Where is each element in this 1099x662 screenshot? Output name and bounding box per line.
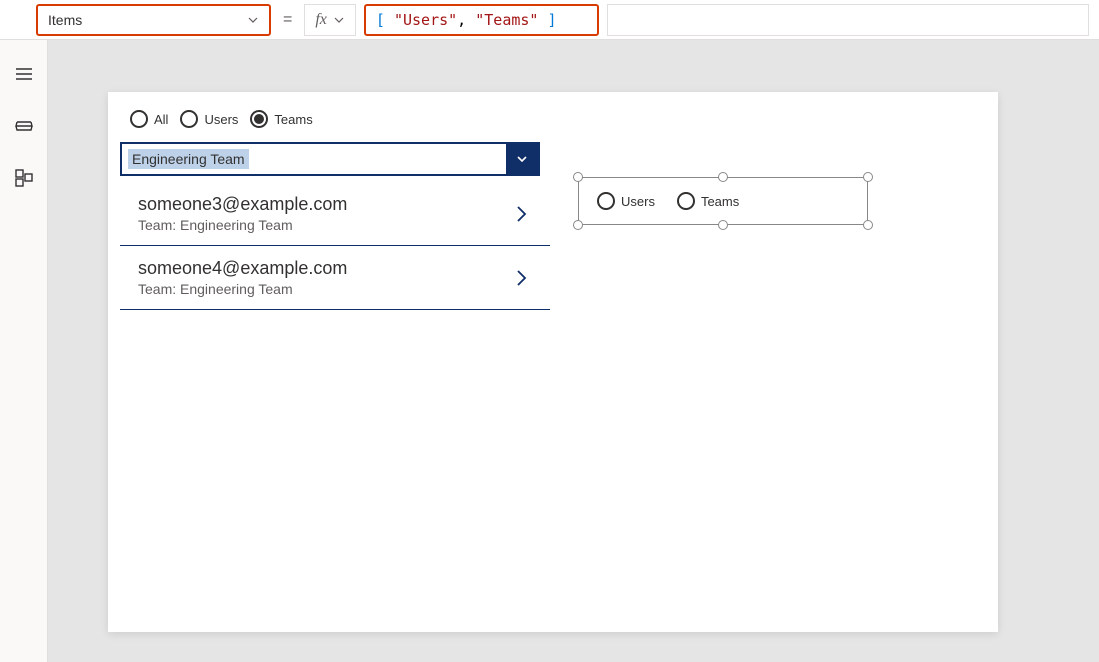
gallery-users: someone3@example.com Team: Engineering T… xyxy=(120,182,550,310)
gallery-item-title: someone4@example.com xyxy=(138,258,347,279)
gallery-item[interactable]: someone3@example.com Team: Engineering T… xyxy=(120,182,550,246)
combobox-chevron-button[interactable] xyxy=(506,144,538,174)
resize-handle-br[interactable] xyxy=(863,220,873,230)
chevron-down-icon xyxy=(515,152,529,166)
fx-label: fx xyxy=(315,11,327,29)
radio-icon-selected xyxy=(250,110,268,128)
radio-label-teams: Teams xyxy=(274,112,312,127)
team-combobox[interactable]: Engineering Team xyxy=(120,142,540,176)
canvas-area[interactable]: All Users Teams Engineering Team som xyxy=(48,40,1099,662)
radio-group-items[interactable]: Users Teams xyxy=(579,178,867,224)
resize-handle-tc[interactable] xyxy=(718,172,728,182)
combobox-selected-value: Engineering Team xyxy=(128,149,249,169)
radio-icon xyxy=(180,110,198,128)
formula-bar: Items = fx [ "Users" , "Teams" ] xyxy=(0,0,1099,40)
resize-handle-tr[interactable] xyxy=(863,172,873,182)
formula-bar-rest[interactable] xyxy=(607,4,1089,36)
radio-icon xyxy=(130,110,148,128)
property-label: Items xyxy=(48,12,82,28)
radio-label-all: All xyxy=(154,112,168,127)
property-selector-dropdown[interactable]: Items xyxy=(36,4,271,36)
resize-handle-bc[interactable] xyxy=(718,220,728,230)
fx-dropdown[interactable]: fx xyxy=(304,4,356,36)
gallery-item-title: someone3@example.com xyxy=(138,194,347,215)
selected-radio-control[interactable]: Users Teams xyxy=(578,177,868,225)
equals-label: = xyxy=(283,11,292,29)
gallery-item-text: someone4@example.com Team: Engineering T… xyxy=(138,258,347,297)
radio-icon xyxy=(597,192,615,210)
hamburger-icon[interactable] xyxy=(14,64,34,84)
tree-view-icon[interactable] xyxy=(14,116,34,136)
radio-label-users: Users xyxy=(204,112,238,127)
components-icon[interactable] xyxy=(14,168,34,188)
radio-option-users[interactable]: Users xyxy=(597,192,655,210)
chevron-right-icon[interactable] xyxy=(510,203,532,225)
gallery-item[interactable]: someone4@example.com Team: Engineering T… xyxy=(120,246,550,310)
app-screen: All Users Teams Engineering Team som xyxy=(108,92,998,632)
radio-option-teams[interactable]: Teams xyxy=(677,192,739,210)
resize-handle-tl[interactable] xyxy=(573,172,583,182)
radio-label-users: Users xyxy=(621,194,655,209)
gallery-item-subtitle: Team: Engineering Team xyxy=(138,217,347,233)
chevron-right-icon[interactable] xyxy=(510,267,532,289)
resize-handle-bl[interactable] xyxy=(573,220,583,230)
radio-label-teams: Teams xyxy=(701,194,739,209)
formula-comma: , xyxy=(457,11,466,29)
radio-group-filter[interactable]: All Users Teams xyxy=(120,110,986,128)
formula-string-2: "Teams" xyxy=(475,11,538,29)
left-rail xyxy=(0,40,48,662)
formula-string-1: "Users" xyxy=(394,11,457,29)
formula-open-bracket: [ xyxy=(376,11,385,29)
gallery-item-text: someone3@example.com Team: Engineering T… xyxy=(138,194,347,233)
gallery-item-subtitle: Team: Engineering Team xyxy=(138,281,347,297)
radio-option-users[interactable]: Users xyxy=(180,110,238,128)
radio-option-all[interactable]: All xyxy=(130,110,168,128)
chevron-down-icon xyxy=(247,14,259,26)
chevron-down-icon xyxy=(333,14,345,26)
radio-icon xyxy=(677,192,695,210)
radio-option-teams[interactable]: Teams xyxy=(250,110,312,128)
formula-close-bracket: ] xyxy=(547,11,556,29)
formula-input[interactable]: [ "Users" , "Teams" ] xyxy=(364,4,599,36)
